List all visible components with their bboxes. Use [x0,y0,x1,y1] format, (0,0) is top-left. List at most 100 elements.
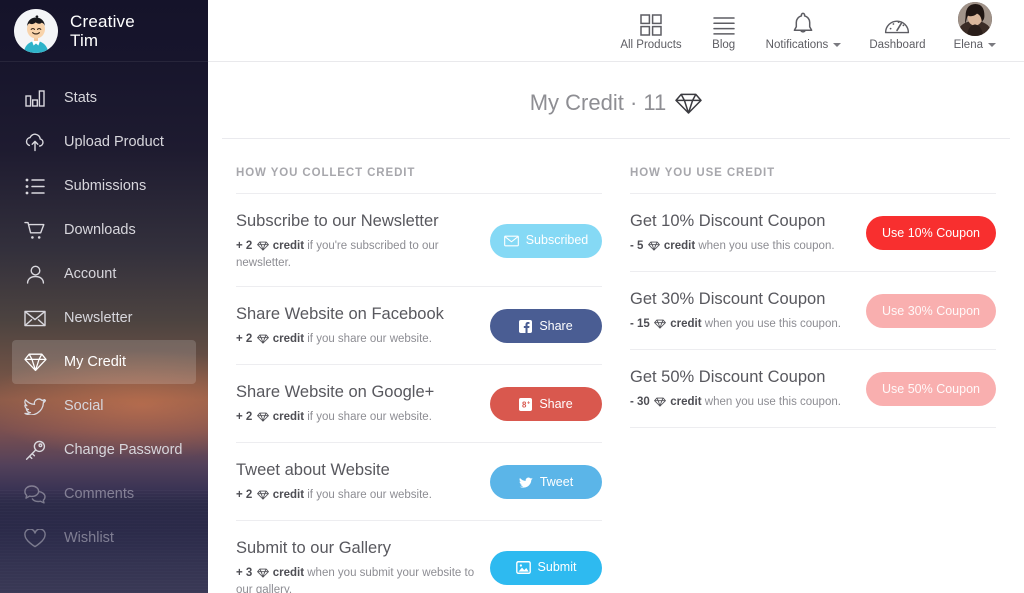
row-subtext: + 2 credit if you share our website. [236,488,480,505]
sidebar-item-label: Social [64,398,104,414]
tweet-button[interactable]: Tweet [490,465,602,499]
use-50-coupon-button[interactable]: Use 50% Coupon [866,372,996,406]
diamond-icon [256,334,269,349]
sidebar-item-social[interactable]: Social [12,384,196,428]
googleplus-share-button[interactable]: 8 + Share [490,387,602,421]
use-10-coupon-button[interactable]: Use 10% Coupon [866,216,996,250]
sidebar-item-label: Account [64,266,117,282]
grid-icon [640,10,662,36]
button-label: Use 10% Coupon [882,225,980,240]
envelope-icon [22,306,48,330]
sidebar-item-upload-product[interactable]: Upload Product [12,120,196,164]
sidebar-item-account[interactable]: Account [12,252,196,296]
topbar-item-label: Elena [953,39,983,51]
sidebar: Creative Tim Stats Upload Product Submis… [0,0,208,593]
button-label: Share [539,318,573,333]
collect-row-tweet: Tweet about Website + 2 credit if you sh… [236,443,602,521]
lines-icon [712,10,736,36]
subscribed-button[interactable]: Subscribed [490,223,602,258]
cloud-upload-icon [22,130,48,154]
user-photo-avatar [957,2,992,36]
gauge-icon [884,10,910,36]
diamond-icon [654,319,666,334]
row-title: Share Website on Facebook [236,305,444,323]
twitter-icon [519,476,533,488]
diamond-icon [675,92,702,115]
row-subtext: + 2 credit if you share our website. [236,410,480,427]
row-title: Tweet about Website [236,461,390,479]
facebook-share-button[interactable]: Share [490,309,602,343]
sidebar-item-label: Change Password [64,442,183,458]
button-label: Use 30% Coupon [882,303,980,318]
use-30-coupon-button[interactable]: Use 30% Coupon [866,294,996,328]
collect-row-facebook: Share Website on Facebook + 2 credit if … [236,287,602,365]
main-content: All Products Blog Notifications Dashboar… [208,0,1024,593]
diamond-icon [647,241,660,256]
sidebar-item-downloads[interactable]: Downloads [12,208,196,252]
topbar-item-label: Blog [712,39,736,51]
row-title: Submit to our Gallery [236,539,391,557]
image-icon [515,561,531,574]
app-root: Creative Tim Stats Upload Product Submis… [0,0,1024,593]
topbar-item-notifications[interactable]: Notifications [752,0,856,62]
sidebar-item-label: Submissions [64,178,147,194]
row-subtext: - 30 credit when you use this coupon. [630,395,856,412]
sidebar-item-label: Wishlist [64,530,114,546]
sidebar-item-wishlist[interactable]: Wishlist [12,516,196,560]
page-title-text: My Credit · 11 [529,90,667,115]
button-label: Tweet [539,474,574,489]
submit-gallery-button[interactable]: Submit [490,550,602,585]
diamond-icon [22,350,48,374]
diamond-icon [256,568,269,583]
diamond-icon [256,490,269,505]
user-cartoon-avatar [14,8,58,53]
row-subtext: - 15 credit when you use this coupon. [630,317,856,334]
sidebar-item-submissions[interactable]: Submissions [12,164,196,208]
brand-name: Creative Tim [70,11,135,50]
button-label: Subscribed [525,233,589,248]
use-row-coupon-50: Get 50% Discount Coupon - 30 credit when… [630,350,996,428]
topbar-item-blog[interactable]: Blog [696,0,752,62]
sidebar-item-change-password[interactable]: Change Password [12,428,196,472]
sidebar-item-comments[interactable]: Comments [12,472,196,516]
chevron-down-icon [988,43,996,47]
heart-icon [22,526,48,550]
sidebar-item-label: My Credit [64,354,127,370]
sidebar-item-my-credit[interactable]: My Credit [12,340,196,384]
sidebar-item-newsletter[interactable]: Newsletter [12,296,196,340]
topbar-item-dashboard[interactable]: Dashboard [855,0,939,62]
speech-bubble-icon [22,482,48,506]
button-label: Submit [537,560,577,575]
person-icon [22,262,48,286]
row-subtext: - 5 credit when you use this coupon. [630,239,856,256]
use-credit-heading: HOW YOU USE CREDIT [630,167,996,194]
list-icon [22,174,48,198]
cart-icon [22,218,48,242]
topbar: All Products Blog Notifications Dashboar… [208,0,1024,62]
collect-row-newsletter: Subscribe to our Newsletter + 2 credit i… [236,194,602,287]
envelope-icon [503,235,519,247]
row-title: Get 30% Discount Coupon [630,290,826,308]
collect-credit-heading: HOW YOU COLLECT CREDIT [236,167,602,194]
sidebar-item-label: Stats [64,90,98,106]
sidebar-item-stats[interactable]: Stats [12,76,196,120]
twitter-bird-icon [22,394,48,418]
use-credit-column: HOW YOU USE CREDIT Get 10% Discount Coup… [616,167,1010,593]
sidebar-item-label: Upload Product [64,134,164,150]
brand-header[interactable]: Creative Tim [0,0,208,62]
topbar-item-label: Dashboard [869,39,926,51]
topbar-item-all-products[interactable]: All Products [606,0,695,62]
row-subtext: + 2 credit if you share our website. [236,332,480,349]
collect-row-googleplus: Share Website on Google+ + 2 credit if y… [236,365,602,443]
bell-icon [792,10,814,36]
row-title: Get 50% Discount Coupon [630,368,826,386]
row-title: Get 10% Discount Coupon [630,212,826,230]
bar-chart-icon [22,86,48,110]
row-title: Subscribe to our Newsletter [236,212,439,230]
topbar-item-label: Notifications [765,39,829,51]
topbar-item-user-menu[interactable]: Elena [940,0,1010,62]
sidebar-item-label: Comments [64,486,135,502]
button-label: Use 50% Coupon [882,381,980,396]
collect-credit-column: HOW YOU COLLECT CREDIT Subscribe to our … [222,167,616,593]
googleplus-icon: 8 + [519,397,533,411]
